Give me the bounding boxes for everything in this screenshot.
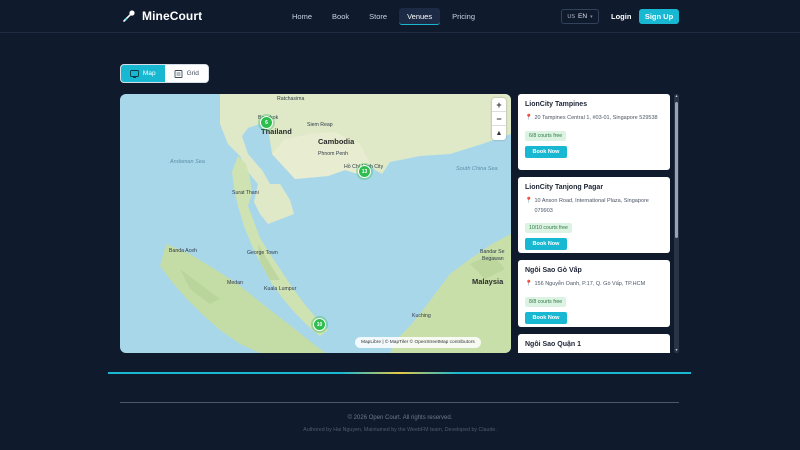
map-view-label: Map — [142, 70, 156, 77]
map-terrain — [160, 94, 511, 353]
nav-home[interactable]: Home — [284, 8, 320, 25]
map-label-begawan: Begawan — [482, 256, 504, 262]
scrollbar-thumb[interactable] — [675, 102, 678, 238]
zoom-out-button[interactable]: − — [492, 112, 506, 126]
venue-address: 📍 10 Anson Road, International Plaza, Si… — [525, 197, 663, 216]
us-flag-icon: US — [567, 13, 576, 20]
language-code: EN — [578, 13, 588, 20]
footer-divider — [120, 402, 679, 403]
nav-venues[interactable]: Venues — [399, 8, 441, 25]
login-button[interactable]: Login — [611, 12, 631, 21]
venue-map[interactable]: Ratchasima Bangkok Thailand Siem Reap Ca… — [120, 94, 511, 353]
logo[interactable]: MineCourt — [122, 9, 202, 23]
map-label-phnom-penh: Phnom Penh — [318, 151, 348, 157]
map-icon — [129, 69, 139, 78]
venue-name: LionCity Tanjong Pagar — [525, 184, 604, 191]
venue-cluster-marker-bangkok[interactable]: 6 — [260, 116, 273, 129]
venue-list-scrollbar[interactable]: ▲ ▼ — [674, 94, 679, 353]
map-attribution[interactable]: MapLibre | © MapTiler © OpenStreetMap co… — [355, 337, 481, 348]
book-now-button[interactable]: Book Now — [525, 238, 567, 250]
footer-credits: Authored by Hai Nguyen, Maintained by th… — [303, 427, 497, 433]
venue-address-text: 156 Nguyễn Oanh, P.17, Q. Gò Vấp, TP.HCM — [534, 281, 646, 287]
book-now-button[interactable]: Book Now — [525, 145, 567, 158]
venue-address: 📍 156 Nguyễn Oanh, P.17, Q. Gò Vấp, TP.H… — [525, 280, 663, 290]
map-label-ratchasima: Ratchasima — [277, 96, 305, 102]
map-label-cambodia: Cambodia — [318, 137, 355, 146]
venue-address: 📍 20 Tampines Central 1, #03-01, Singapo… — [525, 114, 663, 124]
courts-availability-badge: 6/8 courts free — [525, 130, 567, 141]
view-toggle: Map Grid — [120, 64, 209, 83]
nav-book[interactable]: Book — [324, 8, 357, 25]
map-label-george-town: George Town — [247, 250, 278, 256]
nav-store[interactable]: Store — [361, 8, 395, 25]
signup-button[interactable]: Sign Up — [639, 9, 679, 24]
venue-name: Ngôi Sao Gò Vấp — [525, 267, 582, 274]
scroll-up-arrow-icon[interactable]: ▲ — [674, 94, 679, 99]
accent-divider — [108, 372, 691, 374]
courts-availability-badge: 10/10 courts free — [525, 223, 572, 233]
map-label-kuala-lumpur: Kuala Lumpur — [264, 286, 297, 292]
nav-pricing[interactable]: Pricing — [444, 8, 483, 25]
language-selector[interactable]: US EN ▾ — [561, 9, 599, 24]
book-now-button[interactable]: Book Now — [525, 311, 567, 324]
zoom-in-button[interactable]: + — [492, 98, 506, 112]
grid-icon — [174, 69, 183, 78]
shuttlecock-icon — [123, 10, 135, 22]
top-navbar: MineCourt Home Book Store Venues Pricing… — [0, 0, 800, 33]
venue-card[interactable]: Ngôi Sao Quận 1 — [518, 334, 670, 353]
map-label-andaman-sea: Andaman Sea — [170, 159, 205, 165]
chevron-down-icon: ▾ — [590, 13, 593, 20]
map-label-surat-thani: Surat Thani — [232, 190, 259, 196]
map-label-malaysia: Malaysia — [472, 277, 504, 286]
map-label-siem-reap: Siem Reap — [307, 122, 333, 128]
footer-copyright: © 2026 Open Court. All rights reserved. — [347, 415, 453, 421]
logo-text: MineCourt — [142, 9, 203, 23]
location-pin-icon: 📍 — [525, 115, 533, 121]
location-pin-icon: 📍 — [525, 281, 533, 287]
main-nav: Home Book Store Venues Pricing — [284, 8, 483, 25]
venue-name: LionCity Tampines — [525, 101, 588, 108]
venue-card[interactable]: LionCity Tanjong Pagar 📍 10 Anson Road, … — [518, 177, 670, 253]
venue-card[interactable]: Ngôi Sao Gò Vấp 📍 156 Nguyễn Oanh, P.17,… — [518, 260, 670, 327]
map-label-kuching: Kuching — [412, 313, 431, 319]
map-label-south-china-sea: South China Sea — [456, 166, 498, 172]
venue-cluster-marker-singapore[interactable]: 10 — [313, 318, 326, 331]
scroll-down-arrow-icon[interactable]: ▼ — [674, 348, 679, 353]
venue-name: Ngôi Sao Quận 1 — [525, 341, 582, 348]
map-zoom-controls: + − ▲ — [492, 98, 506, 140]
map-label-medan: Medan — [227, 280, 243, 286]
map-label-bandar-seri: Bandar Se — [480, 249, 505, 255]
venue-list[interactable]: LionCity Tampines 📍 20 Tampines Central … — [517, 94, 679, 353]
venue-address-text: 10 Anson Road, International Plaza, Sing… — [534, 198, 649, 214]
map-label-banda-aceh: Banda Aceh — [169, 248, 197, 254]
compass-button[interactable]: ▲ — [492, 126, 506, 140]
location-pin-icon: 📍 — [525, 198, 533, 204]
courts-availability-badge: 8/8 courts free — [525, 296, 567, 307]
venue-address-text: 20 Tampines Central 1, #03-01, Singapore… — [534, 115, 658, 121]
grid-view-label: Grid — [186, 70, 199, 77]
map-view-button[interactable]: Map — [121, 65, 165, 82]
venue-cluster-marker-hcmc[interactable]: 13 — [358, 165, 371, 178]
grid-view-button[interactable]: Grid — [165, 65, 209, 82]
venue-card[interactable]: LionCity Tampines 📍 20 Tampines Central … — [518, 94, 670, 170]
